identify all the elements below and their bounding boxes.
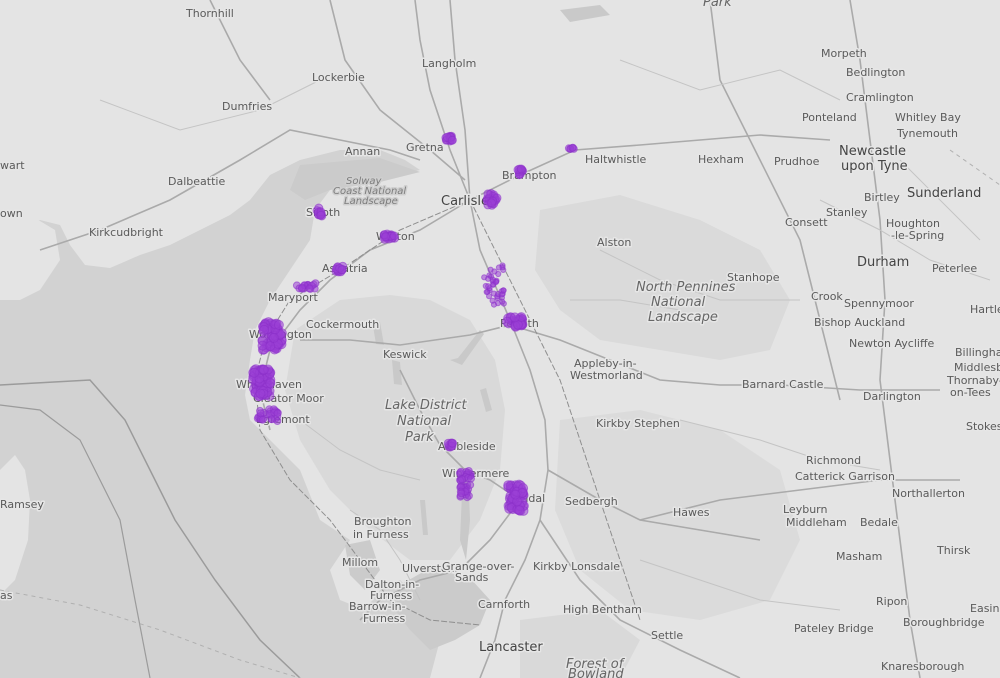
data-point[interactable]: [514, 505, 525, 516]
data-point[interactable]: [487, 198, 496, 208]
cluster-maryport[interactable]: Maryport cluster: [292, 279, 320, 293]
data-point[interactable]: [457, 489, 466, 498]
cluster-workington[interactable]: Workington cluster: [257, 317, 287, 355]
data-point[interactable]: [499, 298, 506, 305]
cluster-kendal[interactable]: Kendal cluster: [503, 479, 529, 516]
data-point[interactable]: [500, 287, 507, 294]
map-canvas[interactable]: Thornhill Park Morpeth Bedlington Locker…: [0, 0, 1000, 678]
data-point[interactable]: [316, 210, 326, 220]
data-point[interactable]: [510, 489, 521, 500]
data-point[interactable]: [456, 467, 465, 476]
data-point[interactable]: [258, 364, 269, 375]
cluster-silloth[interactable]: Silloth cluster: [312, 203, 327, 221]
data-point[interactable]: [273, 417, 282, 425]
data-point[interactable]: [458, 475, 467, 484]
data-point[interactable]: [259, 324, 270, 335]
data-point[interactable]: [485, 283, 492, 290]
data-point[interactable]: [389, 231, 399, 241]
data-point[interactable]: [258, 415, 267, 424]
data-point[interactable]: [265, 378, 276, 389]
data-point[interactable]: [467, 474, 475, 483]
data-point[interactable]: [305, 284, 314, 293]
data-point[interactable]: [464, 467, 473, 475]
cluster-whitehaven[interactable]: Whitehaven cluster: [248, 364, 276, 402]
cluster-ambleside[interactable]: Ambleside cluster: [443, 438, 457, 452]
data-point[interactable]: [273, 409, 282, 418]
data-point[interactable]: [486, 293, 493, 300]
data-point[interactable]: [273, 319, 284, 330]
data-point[interactable]: [491, 268, 498, 275]
data-point[interactable]: [516, 164, 526, 174]
data-point[interactable]: [337, 265, 347, 275]
data-point[interactable]: [255, 388, 266, 399]
data-point[interactable]: [249, 367, 260, 378]
data-point[interactable]: [483, 189, 493, 199]
data-point[interactable]: [447, 438, 457, 448]
data-point[interactable]: [509, 312, 520, 323]
cluster-aspatria[interactable]: Aspatria cluster: [331, 261, 348, 277]
cluster-penrith[interactable]: Penrith cluster: [502, 312, 528, 332]
cluster-brampton[interactable]: Brampton cluster: [513, 164, 528, 180]
data-point[interactable]: [499, 264, 506, 271]
cluster-wigton[interactable]: Wigton cluster: [379, 229, 400, 244]
data-point[interactable]: [568, 143, 577, 152]
data-point[interactable]: [298, 283, 307, 292]
data-point[interactable]: [447, 135, 457, 145]
cluster-haltwhistle-west[interactable]: Haltwhistle west cluster: [564, 143, 578, 153]
cluster-carlisle-east[interactable]: Carlisle east cluster: [482, 189, 502, 210]
cluster-m6-corridor[interactable]: M6 corridor cluster: [481, 262, 507, 308]
data-points-layer[interactable]: Gretna cluster Haltwhistle west cluster Br…: [0, 0, 1000, 678]
cluster-windermere[interactable]: Windermere cluster: [456, 467, 475, 502]
cluster-egremont[interactable]: Egremont cluster: [253, 405, 282, 425]
cluster-gretna-north[interactable]: Gretna cluster: [441, 131, 457, 146]
data-point[interactable]: [381, 232, 391, 242]
data-point[interactable]: [265, 341, 276, 352]
data-point[interactable]: [268, 332, 279, 343]
data-point[interactable]: [489, 297, 496, 304]
data-point[interactable]: [256, 409, 265, 418]
data-point[interactable]: [489, 276, 496, 283]
